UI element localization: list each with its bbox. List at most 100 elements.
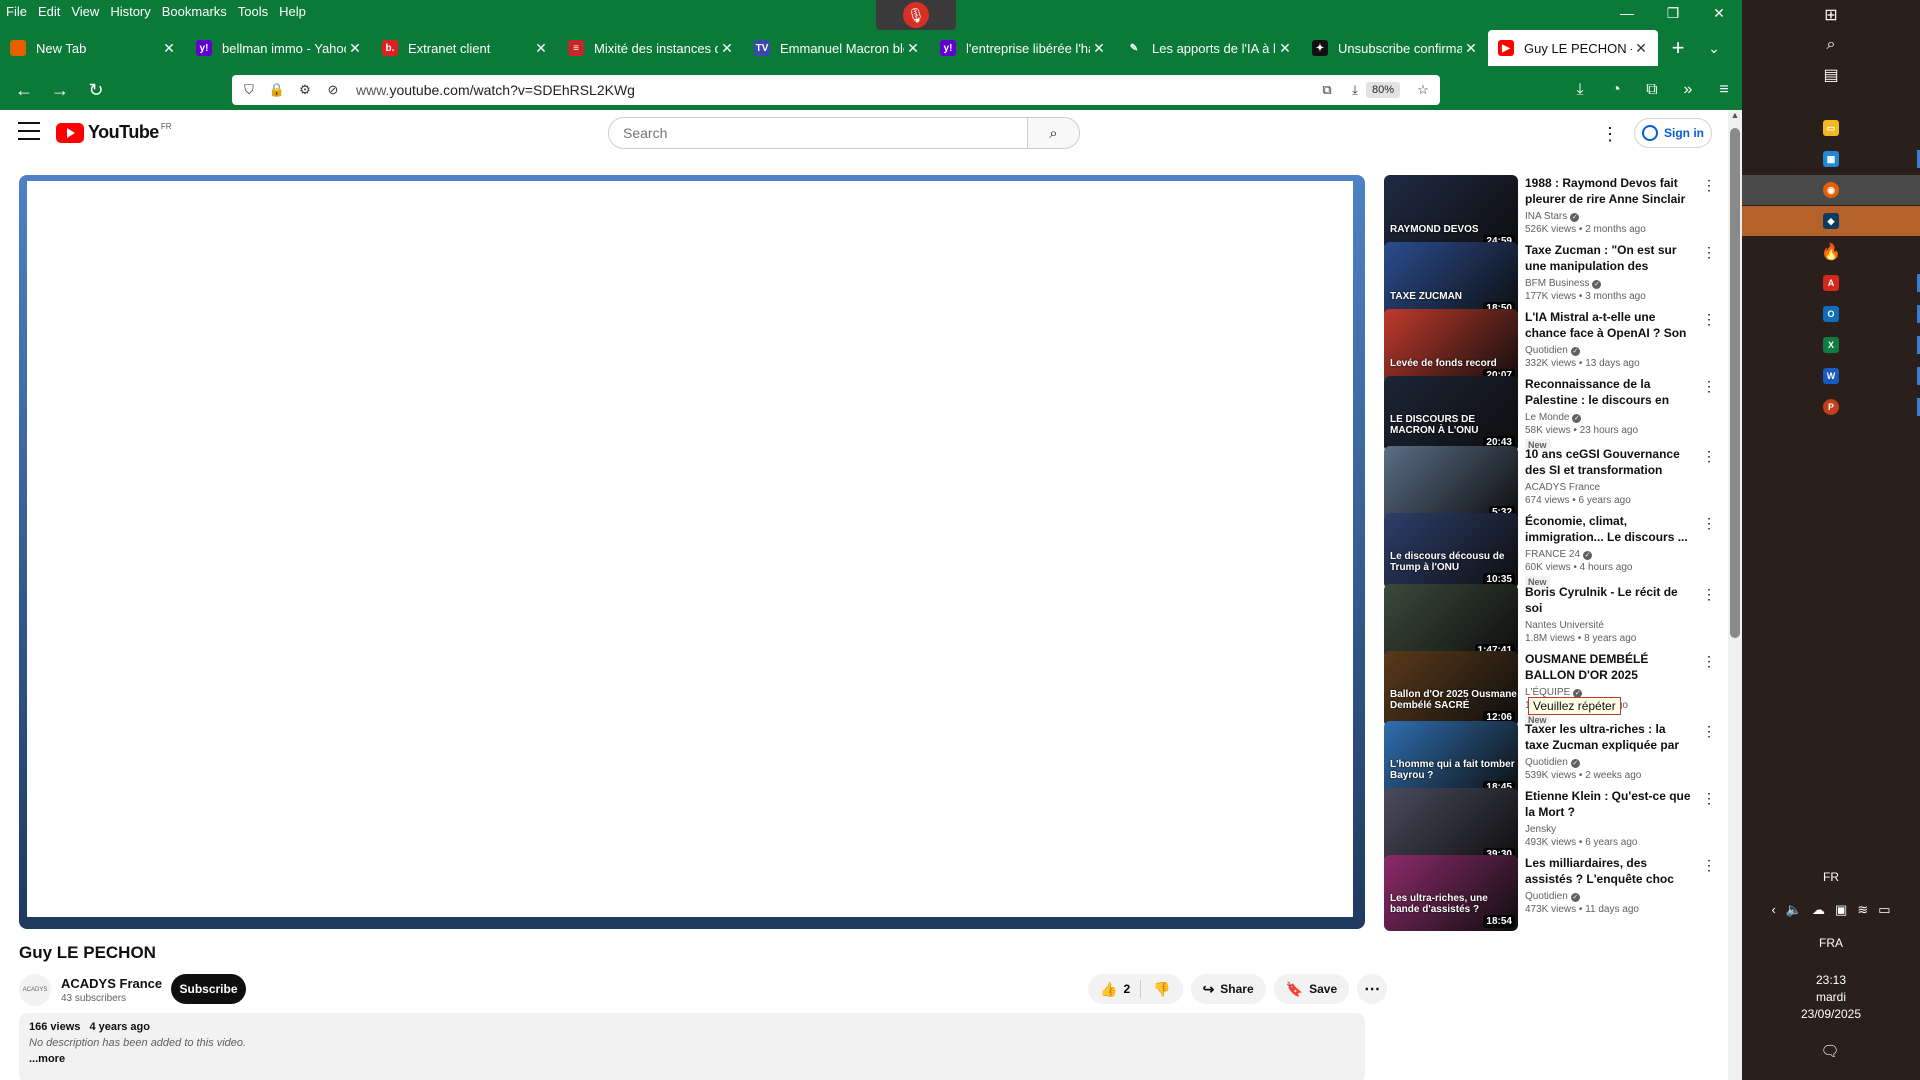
recommendation-title[interactable]: 10 ans ceGSI Gouvernance des SI et trans… — [1525, 446, 1691, 478]
bookmark-star-icon[interactable]: ☆ — [1412, 82, 1434, 98]
back-button[interactable]: ← — [10, 76, 38, 104]
recommendation-channel[interactable]: ACADYS France — [1525, 482, 1691, 493]
more-options-kebab-icon[interactable]: ⋮ — [1702, 586, 1716, 603]
browser-tab[interactable]: New Tab ✕ — [0, 30, 186, 66]
youtube-logo[interactable]: YouTube FR — [56, 122, 172, 143]
app-menu-icon[interactable]: ≡ — [1706, 76, 1742, 104]
browser-tab[interactable]: y! l'entreprise libérée l'harmonie✕ — [930, 30, 1116, 66]
close-tab-icon[interactable]: ✕ — [346, 40, 364, 57]
settings-kebab-icon[interactable]: ⋮ — [1600, 122, 1620, 146]
menu-help[interactable]: Help — [279, 4, 306, 19]
recommendation-title[interactable]: Reconnaissance de la Palestine : le disc… — [1525, 376, 1691, 408]
close-tab-icon[interactable]: ✕ — [1632, 40, 1650, 57]
more-options-kebab-icon[interactable]: ⋮ — [1702, 311, 1716, 328]
more-options-kebab-icon[interactable]: ⋮ — [1702, 515, 1716, 532]
recommendation-title[interactable]: Les milliardaires, des assistés ? L'enqu… — [1525, 855, 1691, 887]
wifi-icon[interactable]: ≋ — [1857, 902, 1868, 918]
recommendation-channel[interactable]: BFM Business ✓ — [1525, 278, 1691, 289]
recommendation-item[interactable]: Le discours décousu de Trump à l'ONU 10:3… — [1384, 513, 1716, 591]
menu-history[interactable]: History — [110, 4, 150, 19]
taskbar-firefox[interactable]: ◉ — [1742, 175, 1920, 205]
video-thumbnail[interactable]: Les ultra-riches, une bande d'assistés ?… — [1384, 855, 1518, 931]
recommendation-title[interactable]: Taxe Zucman : "On est sur une manipulati… — [1525, 242, 1691, 274]
menu-file[interactable]: File — [6, 4, 27, 19]
video-thumbnail[interactable]: TAXE ZUCMAN18:50 — [1384, 242, 1518, 318]
guide-menu-icon[interactable] — [18, 122, 40, 140]
more-options-kebab-icon[interactable]: ⋮ — [1702, 448, 1716, 465]
video-thumbnail[interactable]: Levée de fonds record20:07 — [1384, 309, 1518, 385]
browser-tab[interactable]: ✎ Les apports de l'IA à la gouvernance✕ — [1116, 30, 1302, 66]
volume-icon[interactable]: 🔈 — [1786, 902, 1802, 918]
description-box[interactable]: 166 views 4 years ago No description has… — [19, 1013, 1365, 1080]
video-player[interactable] — [19, 175, 1365, 929]
new-tab-button[interactable]: + — [1658, 30, 1698, 66]
picture-in-picture-icon[interactable]: ⧉ — [1316, 82, 1338, 98]
taskbar-fire-app[interactable]: 🔥 — [1742, 237, 1920, 267]
scroll-up-arrow-icon[interactable]: ▲ — [1728, 110, 1742, 124]
lock-icon[interactable]: 🔒 — [266, 82, 288, 98]
recommendation-channel[interactable]: Quotidien ✓ — [1525, 345, 1691, 356]
browser-tab[interactable]: ≡ Mixité des instances dirigeantes✕ — [558, 30, 744, 66]
video-thumbnail[interactable]: 1:47:41 — [1384, 584, 1518, 660]
extensions-icon[interactable]: ⧉ — [1634, 76, 1670, 104]
close-tab-icon[interactable]: ✕ — [904, 40, 922, 57]
permissions-icon[interactable]: ⚙ — [294, 82, 316, 98]
video-thumbnail[interactable]: LE DISCOURS DE MACRON À L'ONU 20:43 — [1384, 376, 1518, 452]
account-icon[interactable]: ◔ — [1598, 76, 1634, 104]
recommendation-channel[interactable]: FRANCE 24 ✓ — [1525, 549, 1691, 560]
overflow-chevron-icon[interactable]: » — [1670, 76, 1706, 104]
chevron-left-icon[interactable]: ‹ — [1771, 902, 1775, 918]
zoom-level[interactable]: 80% — [1365, 82, 1400, 98]
taskbar-app-active[interactable]: ◆ — [1742, 206, 1920, 236]
close-tab-icon[interactable]: ✕ — [532, 40, 550, 57]
camera-blocked-icon[interactable]: ⊘ — [322, 82, 344, 98]
video-thumbnail[interactable]: RAYMOND DEVOS24:59 — [1384, 175, 1518, 251]
video-thumbnail[interactable]: 5:32 — [1384, 446, 1518, 522]
page-scrollbar[interactable]: ▲ — [1728, 110, 1742, 1080]
more-options-kebab-icon[interactable]: ⋮ — [1702, 653, 1716, 670]
close-window-button[interactable]: ✕ — [1696, 0, 1742, 26]
search-button[interactable]: ⌕ — [1027, 118, 1079, 148]
more-actions-button[interactable]: ⋯ — [1357, 974, 1388, 1004]
share-button[interactable]: ↪ Share — [1190, 974, 1266, 1004]
minimize-button[interactable]: — — [1604, 0, 1650, 26]
downloads-icon[interactable]: ⤓ — [1562, 76, 1598, 104]
input-language-bottom[interactable]: FRA — [1742, 936, 1920, 950]
search-input[interactable] — [609, 118, 1027, 148]
more-options-kebab-icon[interactable]: ⋮ — [1702, 857, 1716, 874]
list-all-tabs-button[interactable]: ⌄ — [1696, 30, 1732, 66]
microphone-icon[interactable]: 🎙 — [903, 2, 929, 28]
channel-name[interactable]: ACADYS France — [61, 976, 162, 991]
taskbar-outlook[interactable]: O — [1742, 299, 1920, 329]
menu-view[interactable]: View — [71, 4, 99, 19]
scrollbar-thumb[interactable] — [1730, 128, 1740, 638]
menu-bookmarks[interactable]: Bookmarks — [162, 4, 227, 19]
clock[interactable]: 23:13 mardi 23/09/2025 — [1742, 972, 1920, 1023]
recommendation-channel[interactable]: Quotidien ✓ — [1525, 757, 1691, 768]
sign-in-button[interactable]: Sign in — [1634, 118, 1712, 148]
taskbar-file-explorer[interactable]: ▭ — [1742, 113, 1920, 143]
recommendation-item[interactable]: Les ultra-riches, une bande d'assistés ?… — [1384, 855, 1716, 933]
more-options-kebab-icon[interactable]: ⋮ — [1702, 378, 1716, 395]
address-bar[interactable]: ⛉ 🔒 ⚙ ⊘ www.youtube.com/watch?v=SDEhRSL2… — [232, 75, 1440, 105]
taskbar-powerpoint[interactable]: P — [1742, 392, 1920, 422]
menu-tools[interactable]: Tools — [238, 4, 268, 19]
close-tab-icon[interactable]: ✕ — [160, 40, 178, 57]
close-tab-icon[interactable]: ✕ — [718, 40, 736, 57]
recommendation-channel[interactable]: Jensky — [1525, 824, 1691, 835]
more-options-kebab-icon[interactable]: ⋮ — [1702, 244, 1716, 261]
url-text[interactable]: www.youtube.com/watch?v=SDEhRSL2KWg — [356, 82, 1310, 98]
browser-tab[interactable]: ▶ Guy LE PECHON - YouTube✕ — [1488, 30, 1658, 66]
task-view-button[interactable]: ▤ — [1742, 60, 1920, 90]
notifications-icon[interactable]: 🗨 — [1820, 1042, 1840, 1060]
recommendation-item[interactable]: Ballon d'Or 2025 Ousmane Dembélé SACRÉ 12… — [1384, 651, 1716, 729]
recommendation-title[interactable]: Etienne Klein : Qu'est-ce que la Mort ? — [1525, 788, 1691, 820]
video-thumbnail[interactable]: L'homme qui a fait tomber Bayrou ?18:45 — [1384, 721, 1518, 797]
device-icon[interactable]: ▣ — [1835, 902, 1847, 918]
subscribe-button[interactable]: Subscribe — [171, 974, 246, 1004]
browser-tab[interactable]: b. Extranet client ✕ — [372, 30, 558, 66]
more-options-kebab-icon[interactable]: ⋮ — [1702, 723, 1716, 740]
battery-icon[interactable]: ▭ — [1878, 902, 1890, 918]
forward-button[interactable]: → — [46, 76, 74, 104]
close-tab-icon[interactable]: ✕ — [1090, 40, 1108, 57]
